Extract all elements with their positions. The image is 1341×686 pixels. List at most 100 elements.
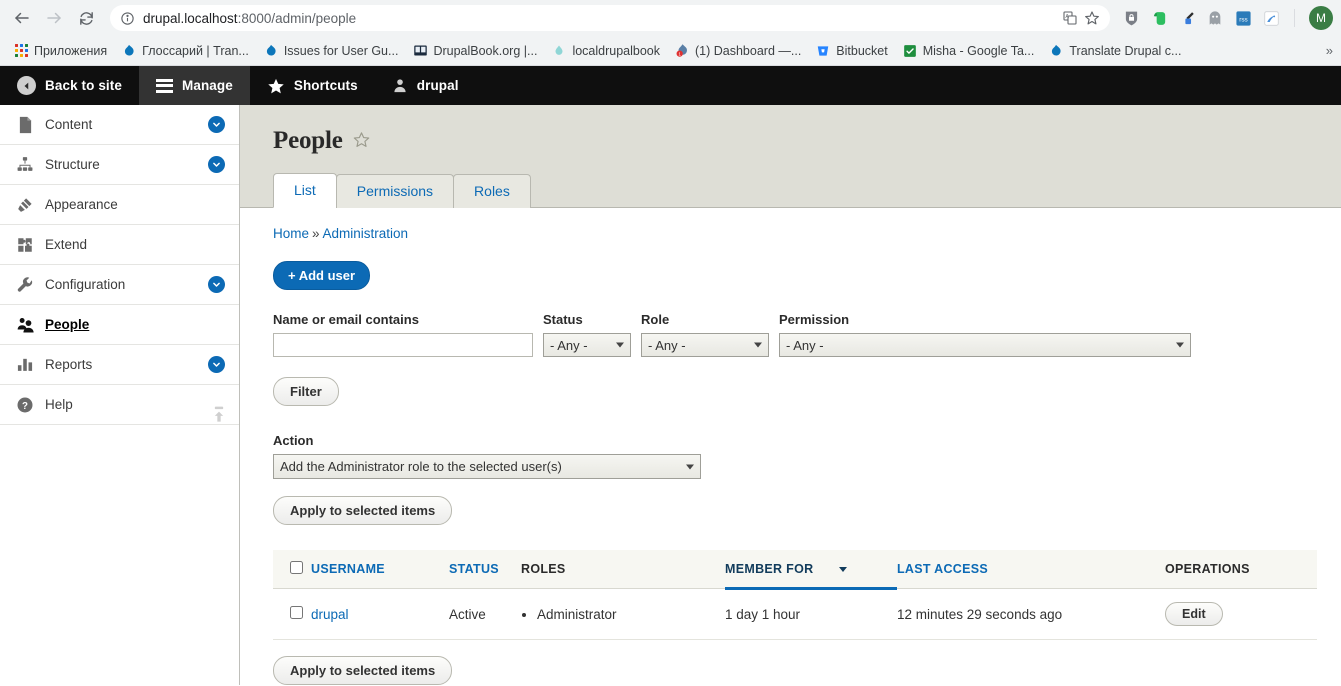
search-input[interactable]	[273, 333, 533, 357]
bookmark-label: Translate Drupal c...	[1069, 43, 1182, 58]
permission-select[interactable]: - Any -	[779, 333, 1191, 357]
apply-to-selected-items-bottom-button[interactable]: Apply to selected items	[273, 656, 453, 685]
cell-last-access: 12 minutes 29 seconds ago	[897, 588, 1165, 640]
username-link[interactable]: drupal	[311, 607, 349, 622]
status-select[interactable]: - Any -	[543, 333, 631, 357]
bookmark-translate-drupal[interactable]: Translate Drupal c...	[1041, 40, 1188, 62]
manage-tab[interactable]: Manage	[138, 66, 250, 105]
translate-icon[interactable]: А	[1062, 10, 1078, 26]
tab-permissions[interactable]: Permissions	[335, 174, 455, 208]
chevron-down-icon[interactable]	[208, 276, 225, 293]
select-all-checkbox[interactable]	[290, 561, 303, 574]
bookmark-label: Глоссарий | Tran...	[142, 43, 249, 58]
apply-to-selected-items-top-button[interactable]: Apply to selected items	[273, 496, 453, 525]
hamburger-menu-icon	[155, 78, 173, 93]
filter-button-row: Filter	[273, 377, 1317, 406]
chevron-down-icon	[754, 342, 762, 348]
forward-arrow-icon[interactable]	[40, 4, 68, 32]
chevron-down-icon[interactable]	[208, 356, 225, 373]
column-header-member-for[interactable]: MEMBER FOR	[725, 550, 897, 590]
tab-list[interactable]: List	[273, 173, 337, 208]
column-header-status[interactable]: STATUS	[449, 550, 521, 589]
sidebar-item-content[interactable]: Content	[0, 105, 239, 145]
site-info-icon[interactable]	[120, 11, 135, 26]
browser-omnibar: drupal.localhost:8000/admin/people А rss…	[0, 0, 1341, 36]
evernote-extension-icon[interactable]	[1150, 9, 1168, 27]
shortcuts-tab[interactable]: Shortcuts	[250, 66, 375, 105]
bookmark-label: (1) Dashboard —...	[695, 43, 802, 58]
chevron-down-icon	[686, 464, 694, 469]
bookmark-apps[interactable]: Приложения	[6, 40, 114, 62]
bookmark-star-icon[interactable]	[1084, 10, 1100, 26]
breadcrumb: Home» Administration	[273, 226, 1317, 241]
add-user-button[interactable]: + Add user	[273, 261, 371, 290]
role-select[interactable]: - Any -	[641, 333, 769, 357]
row-checkbox[interactable]	[290, 606, 303, 619]
wrench-icon	[14, 276, 36, 294]
colorzilla-extension-icon[interactable]	[1178, 9, 1196, 27]
ghostery-extension-icon[interactable]	[1206, 9, 1224, 27]
action-block: Action Add the Administrator role to the…	[273, 433, 1317, 525]
pocket-extension-icon[interactable]	[1262, 9, 1280, 27]
profile-avatar[interactable]: M	[1309, 6, 1333, 30]
sidebar-item-extend[interactable]: Extend	[0, 225, 239, 265]
filter-button[interactable]: Filter	[273, 377, 339, 406]
action-select-value: Add the Administrator role to the select…	[280, 459, 562, 474]
back-arrow-icon[interactable]	[8, 4, 36, 32]
bitwarden-extension-icon[interactable]	[1122, 9, 1140, 27]
page-body: Content Structure Appearance Extend Conf…	[0, 105, 1341, 685]
action-select[interactable]: Add the Administrator role to the select…	[273, 454, 701, 479]
table-body: drupal Active Administrator 1 day 1 hour…	[273, 588, 1317, 640]
rss-extension-icon[interactable]: rss	[1234, 9, 1252, 27]
filter-role-label: Role	[641, 312, 670, 327]
bookmark-glossary[interactable]: Глоссарий | Tran...	[114, 40, 256, 62]
puzzle-piece-icon	[14, 236, 36, 254]
bar-chart-icon	[14, 356, 36, 373]
bookmark-dashboard[interactable]: 1 (1) Dashboard —...	[667, 40, 808, 62]
bookmark-label: Bitbucket	[836, 43, 888, 58]
bookmark-label: Issues for User Gu...	[283, 43, 399, 58]
chevron-down-icon[interactable]	[208, 156, 225, 173]
bookmark-google-tasks[interactable]: Misha - Google Ta...	[895, 40, 1042, 62]
column-label: USERNAME	[311, 562, 385, 576]
breadcrumb-home[interactable]: Home	[273, 226, 309, 241]
breadcrumb-administration[interactable]: Administration	[323, 226, 409, 241]
bookmark-issues[interactable]: Issues for User Gu...	[256, 40, 406, 62]
edit-button[interactable]: Edit	[1165, 602, 1223, 626]
permission-select-value: - Any -	[786, 337, 824, 353]
shortcuts-label: Shortcuts	[293, 78, 358, 93]
sidebar-collapse-toggle[interactable]	[207, 403, 231, 427]
sidebar-item-structure[interactable]: Structure	[0, 145, 239, 185]
star-icon	[267, 77, 285, 95]
sidebar-item-label: Structure	[45, 157, 100, 172]
drupal-favicon	[1048, 43, 1064, 59]
back-to-site-button[interactable]: Back to site	[0, 66, 139, 105]
bookmark-drupalbook[interactable]: DrupalBook.org |...	[405, 40, 544, 62]
favorite-star-icon[interactable]	[353, 131, 370, 151]
url-bar[interactable]: drupal.localhost:8000/admin/people А	[110, 5, 1110, 31]
column-header-username[interactable]: USERNAME	[311, 550, 449, 589]
reload-icon[interactable]	[72, 4, 100, 32]
drupal-favicon	[263, 43, 279, 59]
bookmark-localdrupalbook[interactable]: localdrupalbook	[544, 40, 667, 62]
filter-name-group: Name or email contains	[273, 312, 533, 357]
tab-roles[interactable]: Roles	[453, 174, 531, 208]
user-account-label: drupal	[416, 78, 459, 93]
user-account-tab[interactable]: drupal	[375, 66, 476, 105]
sidebar-item-label: Configuration	[45, 277, 126, 292]
svg-text:?: ?	[22, 400, 28, 411]
sidebar-item-reports[interactable]: Reports	[0, 345, 239, 385]
sidebar-item-people[interactable]: People	[0, 305, 239, 345]
column-header-last-access[interactable]: LAST ACCESS	[897, 550, 1165, 589]
chevron-down-icon[interactable]	[208, 116, 225, 133]
bookmarks-overflow-icon[interactable]: »	[1326, 43, 1335, 58]
bookmark-bitbucket[interactable]: Bitbucket	[808, 40, 894, 62]
table-header-row: USERNAME STATUS ROLES MEMBER FOR LAST AC…	[273, 550, 1317, 590]
sidebar-item-appearance[interactable]: Appearance	[0, 185, 239, 225]
sidebar-item-label: Extend	[45, 237, 88, 252]
table-header: USERNAME STATUS ROLES MEMBER FOR LAST AC…	[273, 550, 1317, 590]
dashboard-badge-favicon: 1	[674, 43, 690, 59]
sidebar-item-help[interactable]: ? Help	[0, 385, 239, 425]
apps-grid-icon	[13, 43, 29, 59]
sidebar-item-configuration[interactable]: Configuration	[0, 265, 239, 305]
